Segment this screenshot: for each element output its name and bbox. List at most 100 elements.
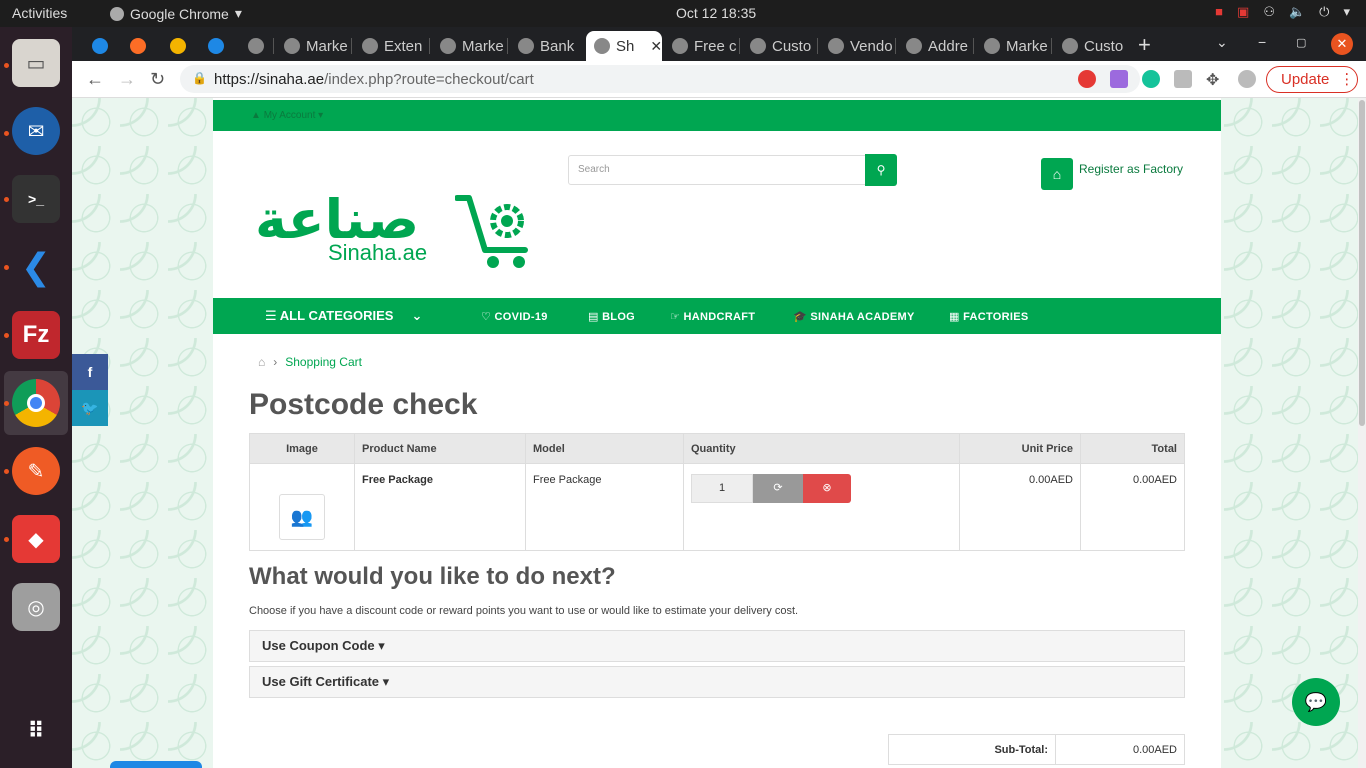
- tab[interactable]: [162, 31, 192, 61]
- all-categories-menu[interactable]: ☰ ALL CATEGORIES ⌄: [265, 308, 422, 324]
- activities-button[interactable]: Activities: [12, 5, 67, 21]
- top-account-strip: ▲ My Account ▾: [213, 100, 1221, 131]
- remove-item-button[interactable]: ⊗: [803, 474, 851, 503]
- terminal-icon[interactable]: >_: [12, 175, 60, 223]
- tab[interactable]: [84, 31, 114, 61]
- nav-blog[interactable]: ▤ BLOG: [588, 310, 635, 323]
- handshake-icon: ☞: [670, 311, 684, 323]
- search-button[interactable]: ⚲: [865, 154, 897, 186]
- adblock-extension-icon[interactable]: [1078, 70, 1096, 88]
- chrome-tab-bar: Marke Exten Marke Bank Sh ✕ Free c Custo …: [72, 27, 1366, 61]
- maximize-button[interactable]: ▢: [1296, 36, 1306, 49]
- globe-icon: [284, 38, 300, 54]
- tab-active[interactable]: Sh ✕: [586, 31, 662, 61]
- facebook-share-button[interactable]: f: [72, 354, 108, 390]
- gitlab-icon: [130, 38, 146, 54]
- scrollbar-thumb[interactable]: [1359, 100, 1365, 426]
- subtotal-label: Sub-Total:: [888, 734, 1056, 765]
- tab[interactable]: Bank: [510, 31, 586, 61]
- system-tray[interactable]: ■ ▣ ⚇ 🔈 ⏻ ▾: [1215, 4, 1350, 20]
- tab[interactable]: Free c: [664, 31, 740, 61]
- coupon-code-panel[interactable]: Use Coupon Code ▾: [249, 630, 1185, 662]
- page-title: Postcode check: [249, 388, 478, 421]
- address-bar[interactable]: 🔒 https://sinaha.ae/index.php?route=chec…: [180, 65, 1140, 93]
- profile-avatar-icon[interactable]: [1238, 70, 1256, 88]
- tab[interactable]: Marke: [976, 31, 1052, 61]
- tab[interactable]: Marke: [432, 31, 508, 61]
- breadcrumb-separator-icon: ›: [273, 355, 278, 369]
- breadcrumb-shopping-cart[interactable]: Shopping Cart: [285, 355, 362, 369]
- running-indicator: [4, 265, 9, 270]
- chevron-down-icon: ⌄: [411, 308, 423, 323]
- hamburger-icon: ☰: [265, 308, 280, 323]
- network-icon: ⚇: [1263, 4, 1275, 19]
- bottom-widget-tab[interactable]: [110, 761, 202, 768]
- vscode-icon[interactable]: ❮: [12, 243, 60, 291]
- reload-button[interactable]: ↻: [150, 69, 165, 90]
- extension-icon[interactable]: [1174, 70, 1192, 88]
- col-image: Image: [249, 433, 355, 464]
- tab[interactable]: Marke: [276, 31, 352, 61]
- quantity-input[interactable]: 1: [691, 474, 753, 503]
- globe-icon: [518, 38, 534, 54]
- web-page-viewport: ▲ My Account ▾ صناعة Sinaha.ae Search ⚲ …: [72, 98, 1358, 768]
- twitter-share-button[interactable]: 🐦: [72, 390, 108, 426]
- tab[interactable]: [240, 31, 274, 61]
- back-button[interactable]: ←: [86, 69, 104, 90]
- anydesk-icon[interactable]: ◆: [12, 515, 60, 563]
- indicator-icon: ▣: [1237, 4, 1250, 19]
- product-model: Free Package: [525, 463, 684, 551]
- gift-certificate-panel[interactable]: Use Gift Certificate ▾: [249, 666, 1185, 698]
- tab[interactable]: Exten: [354, 31, 430, 61]
- user-icon: ▲: [251, 110, 264, 121]
- nav-factories[interactable]: ▦ FACTORIES: [949, 310, 1029, 323]
- chat-widget-button[interactable]: 💬: [1292, 678, 1340, 726]
- update-button[interactable]: Update ⋮: [1266, 66, 1358, 93]
- tab[interactable]: Addre: [898, 31, 974, 61]
- search-icon: ⚲: [876, 163, 886, 177]
- clock[interactable]: Oct 12 18:35: [676, 5, 756, 21]
- feather-extension-icon[interactable]: [1110, 70, 1128, 88]
- globe-icon: [440, 38, 456, 54]
- register-factory-link[interactable]: ⌂ Register as Factory: [1041, 158, 1183, 190]
- postman-icon[interactable]: ✎: [12, 447, 60, 495]
- product-thumbnail[interactable]: 👥: [279, 494, 325, 540]
- nav-covid-19[interactable]: ♡ COVID-19: [481, 310, 548, 323]
- tab[interactable]: [200, 31, 230, 61]
- cart-table: Image Product Name Model Quantity Unit P…: [249, 433, 1185, 551]
- files-icon[interactable]: ▭: [12, 39, 60, 87]
- tab[interactable]: Custo: [1054, 31, 1130, 61]
- minimize-button[interactable]: −: [1258, 34, 1266, 50]
- unit-price: 0.00AED: [959, 463, 1081, 551]
- lock-icon[interactable]: 🔒: [192, 71, 207, 85]
- cart-table-header: Image Product Name Model Quantity Unit P…: [249, 433, 1185, 464]
- puzzle-extensions-icon[interactable]: ✥: [1206, 70, 1224, 89]
- tab[interactable]: Custo: [742, 31, 818, 61]
- product-name-link[interactable]: Free Package: [354, 463, 526, 551]
- globe-icon: [672, 38, 688, 54]
- nav-handcraft[interactable]: ☞ HANDCRAFT: [670, 310, 755, 323]
- grammarly-extension-icon[interactable]: [1142, 70, 1160, 88]
- search-input[interactable]: Search: [568, 155, 866, 185]
- tab[interactable]: [122, 31, 152, 61]
- thunderbird-icon[interactable]: ✉: [12, 107, 60, 155]
- close-icon[interactable]: ✕: [650, 38, 662, 55]
- disk-icon[interactable]: ◎: [12, 583, 60, 631]
- app-name: Google Chrome: [130, 5, 229, 22]
- page-scrollbar[interactable]: [1358, 98, 1366, 768]
- home-icon[interactable]: ⌂: [258, 355, 265, 369]
- window-close-button[interactable]: ✕: [1331, 33, 1353, 55]
- my-account-link[interactable]: ▲ My Account ▾: [251, 110, 323, 121]
- update-quantity-button[interactable]: ⟳: [753, 474, 803, 503]
- tab[interactable]: Vendo: [820, 31, 896, 61]
- chrome-icon[interactable]: [12, 379, 60, 427]
- forward-button[interactable]: →: [118, 69, 136, 90]
- url-text[interactable]: https://sinaha.ae/index.php?route=checko…: [214, 71, 534, 88]
- tab-search-icon[interactable]: ⌄: [1216, 34, 1228, 51]
- nav-sinaha-academy[interactable]: 🎓 SINAHA ACADEMY: [793, 310, 915, 323]
- filezilla-icon[interactable]: Fz: [12, 311, 60, 359]
- app-menu[interactable]: Google Chrome ▾: [110, 5, 242, 22]
- app-grid-icon[interactable]: ⠿: [12, 707, 60, 755]
- new-tab-button[interactable]: +: [1138, 32, 1151, 58]
- graduation-cap-icon: 🎓: [793, 311, 811, 323]
